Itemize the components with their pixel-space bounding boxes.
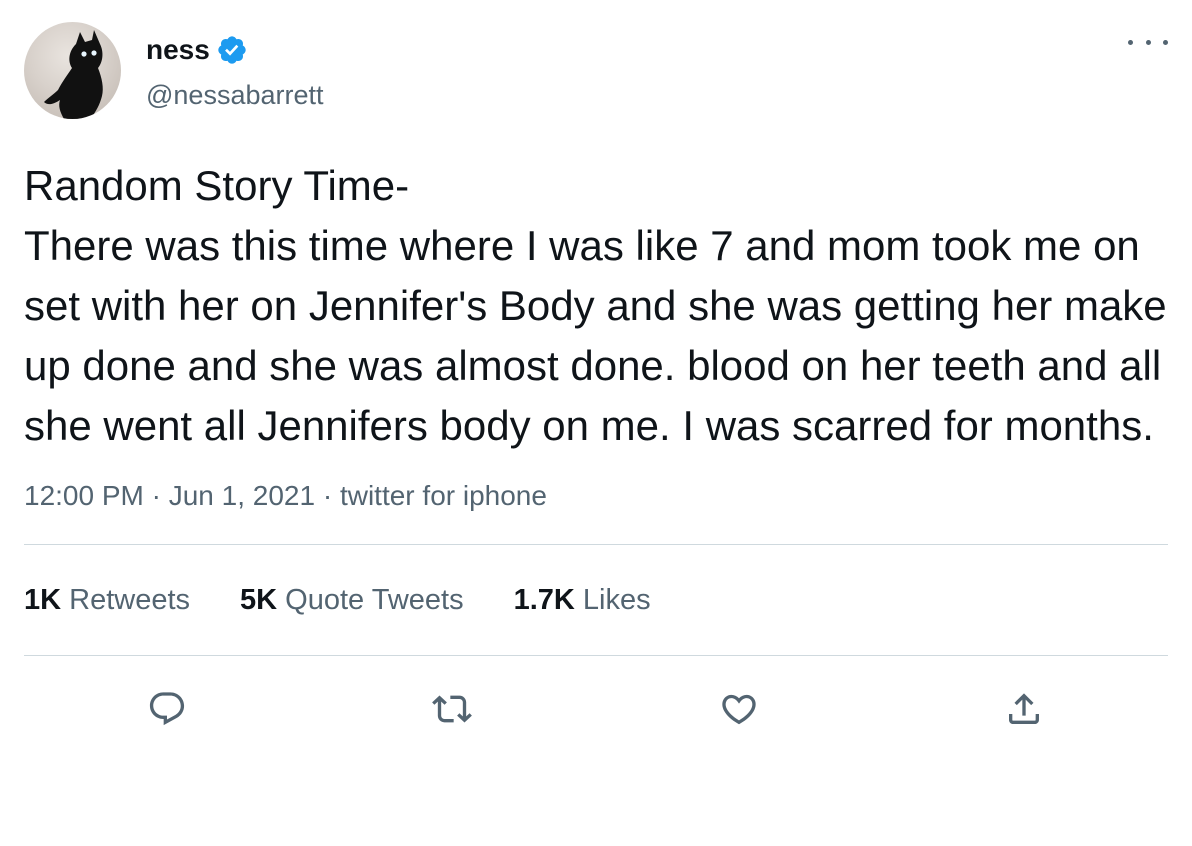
dot (1128, 39, 1133, 45)
likes-stat[interactable]: 1.7K Likes (514, 584, 651, 617)
more-options-icon[interactable] (1128, 32, 1168, 52)
share-button[interactable] (1001, 686, 1047, 732)
tweet-header: ness @nessabarrett (24, 22, 1168, 122)
tweet-text: Random Story Time- There was this time w… (24, 162, 1167, 449)
heart-icon (722, 694, 756, 725)
tweet-actions (24, 656, 1168, 766)
reply-button[interactable] (144, 686, 190, 732)
display-name-row: ness (146, 32, 324, 68)
retweets-label: Retweets (69, 583, 191, 616)
retweet-icon (432, 695, 472, 723)
likes-count: 1.7K (513, 583, 575, 616)
retweet-button[interactable] (429, 686, 475, 732)
avatar[interactable] (24, 22, 121, 119)
user-handle[interactable]: @nessabarrett (146, 78, 324, 112)
black-cat-avatar-image (44, 30, 103, 119)
quote-tweets-count: 5K (240, 583, 278, 616)
quote-tweets-stat[interactable]: 5K Quote Tweets (240, 584, 464, 617)
retweets-stat[interactable]: 1K Retweets (24, 584, 190, 617)
tweet-card: ness @nessabarrett Random Story Time- Th… (24, 22, 1168, 766)
retweets-count: 1K (24, 583, 62, 616)
user-names: ness @nessabarrett (146, 32, 324, 112)
verified-badge-icon (218, 36, 246, 64)
display-name[interactable]: ness (146, 32, 210, 68)
likes-label: Likes (582, 583, 651, 616)
reply-icon (149, 692, 185, 726)
share-icon (1009, 693, 1039, 724)
tweet-stats: 1K Retweets 5K Quote Tweets 1.7K Likes (24, 545, 1168, 655)
tweet-timestamp-source[interactable]: 12:00 PM · Jun 1, 2021 · twitter for iph… (24, 478, 1168, 514)
dot (1163, 39, 1168, 45)
dot (1145, 39, 1151, 45)
quote-tweets-label: Quote Tweets (285, 583, 464, 616)
like-button[interactable] (716, 686, 762, 732)
